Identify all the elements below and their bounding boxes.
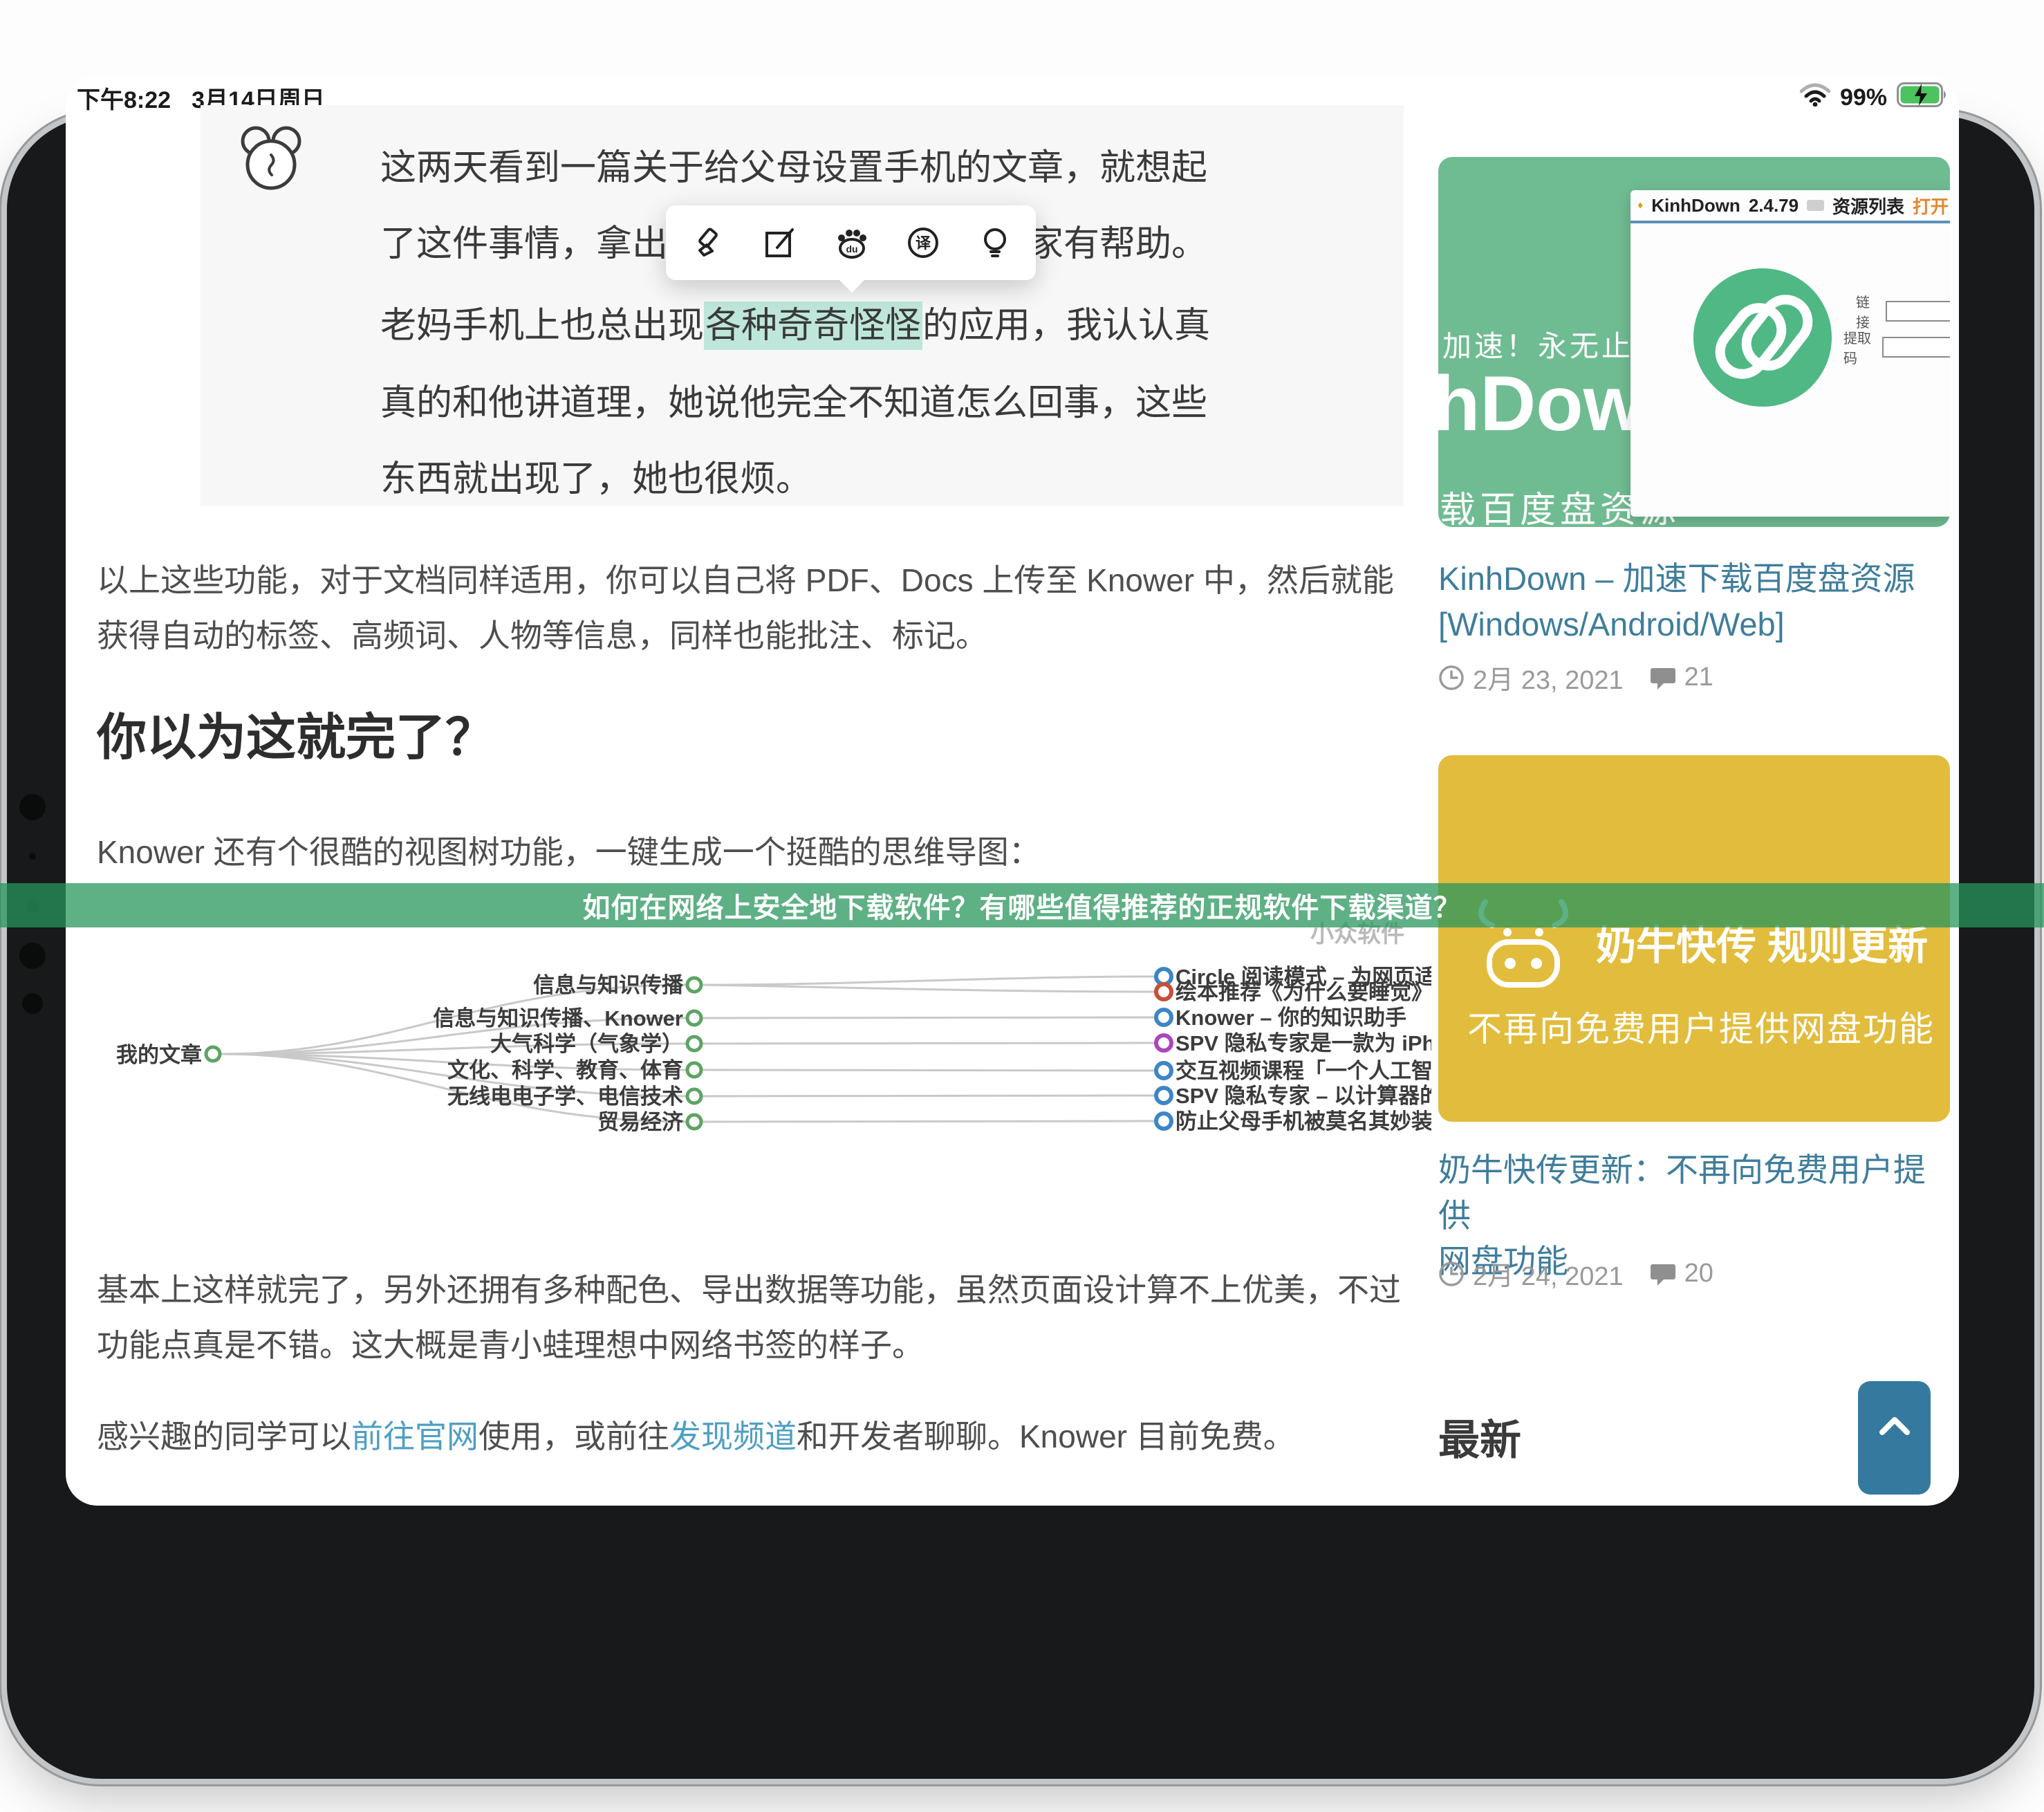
post-meta: 2月 24, 2021 20 <box>1438 1255 1713 1293</box>
mindmap-leaf: 防止父母手机被莫名其妙装上一堆 <box>1176 1109 1431 1134</box>
svg-text:du: du <box>846 243 857 255</box>
mindmap-leaf: 绘本推荐《为什么要睡觉》 (1) <box>1176 980 1431 1004</box>
blurred-text <box>1807 200 1824 211</box>
code-field-label: 提取码 <box>1843 327 1877 367</box>
article-paragraph: 感兴趣的同学可以前往官网使用，或前往发现频道和开发者聊聊。Knower 目前免费… <box>97 1409 1414 1464</box>
mindmap-category: 大气科学（气象学） <box>490 1032 683 1056</box>
post-date: 2月 24, 2021 <box>1473 1255 1624 1293</box>
article-paragraph: 基本上这样就完了，另外还拥有多种配色、导出数据等功能，虽然页面设计算不上优美，不… <box>97 1262 1414 1373</box>
post-card-kinhdown[interactable]: 加速！永无止境） hDown 载百度盘资源 KinhDown 2.4.79 资源… <box>1438 157 1950 527</box>
post-meta: 2月 23, 2021 21 <box>1438 658 1713 696</box>
link-input[interactable] <box>1886 301 1950 322</box>
discover-channel-link[interactable]: 发现频道 <box>669 1418 797 1454</box>
mindmap-leaf: 交互视频课程「一个人工智能的诞 <box>1176 1059 1431 1083</box>
resource-list-menu[interactable]: 资源列表 <box>1832 193 1904 219</box>
article-heading: 你以为这就完了？ <box>97 696 495 769</box>
mindmap-leaf-node[interactable] <box>1156 1113 1171 1129</box>
mindmap-node[interactable] <box>206 1047 220 1061</box>
lightbulb-icon[interactable] <box>978 226 1012 259</box>
code-input[interactable] <box>1882 337 1951 358</box>
quote-text-line: 老妈手机上也总出现各种奇奇怪怪的应用，我认认真 <box>380 296 1210 348</box>
mindmap-image: 小众软件 我的文章 信息与知识传播 信息 <box>97 887 1431 1219</box>
ipad-photo: 下午8:22 3月14日周日 99% <box>0 0 2044 1812</box>
mindmap-leaf-node[interactable] <box>1156 969 1171 984</box>
overlay-title-text: 如何在网络上安全地下载软件？有哪些值得推荐的正规软件下载渠道？ <box>583 885 1462 925</box>
translate-icon[interactable]: 译 <box>907 226 940 259</box>
article-paragraph: 以上这些功能，对于文档同样适用，你可以自己将 PDF、Docs 上传至 Know… <box>97 553 1414 663</box>
banner-subtitle: 不再向免费用户提供网盘功能 <box>1467 1001 1935 1051</box>
post-date: 2月 23, 2021 <box>1473 658 1624 696</box>
front-camera-dot <box>19 943 46 969</box>
mindmap-category-nodes[interactable] <box>687 978 701 1129</box>
edit-note-icon[interactable] <box>763 226 796 259</box>
svg-text:译: 译 <box>915 234 931 252</box>
front-camera-dot <box>22 993 43 1014</box>
app-version: 2.4.79 <box>1749 195 1799 216</box>
clock-icon <box>1438 665 1465 691</box>
comments-icon <box>1650 1261 1676 1286</box>
quote-text-line: 东西就出现了，她也很烦。 <box>380 450 812 501</box>
mindmap-leaf-node[interactable] <box>1156 984 1171 999</box>
post-comment-count: 20 <box>1684 1259 1713 1288</box>
ipad-screen: 下午8:22 3月14日周日 99% <box>66 75 1959 1506</box>
open-menu[interactable]: 打开 <box>1913 193 1949 219</box>
mindmap-leaf-node[interactable] <box>1156 1010 1171 1025</box>
clock-icon <box>1438 1261 1465 1287</box>
chevron-up-icon <box>1877 1414 1913 1436</box>
link-field-label: 链接 <box>1856 291 1880 331</box>
post-title-kinhdown[interactable]: KinhDown – 加速下载百度盘资源 [Windows/Android/We… <box>1438 556 1953 647</box>
wifi-icon <box>1800 83 1830 113</box>
battery-percent: 99% <box>1840 84 1887 111</box>
overlay-title-banner: 如何在网络上安全地下载软件？有哪些值得推荐的正规软件下载渠道？ <box>0 883 2044 927</box>
quote-text-line: 真的和他讲道理，她说他完全不知道怎么回事，这些 <box>380 373 1207 425</box>
mindmap-category: 信息与知识传播、Knower <box>433 1006 683 1030</box>
link-icon <box>1690 265 1835 410</box>
app-name: KinhDown <box>1651 195 1740 216</box>
battery-charging-icon <box>1897 82 1948 113</box>
quoted-screenshot: 这两天看到一篇关于给父母设置手机的文章，就想起 了这件事情，拿出来分享一下，希望… <box>201 105 1404 506</box>
mindmap-leaf-node[interactable] <box>1156 1035 1171 1051</box>
annotation-toolbar: du 译 <box>666 205 1036 280</box>
mindmap-category: 贸易经济 <box>597 1110 684 1134</box>
mindmap-category: 信息与知识传播 <box>533 973 684 997</box>
quote-text-line: 这两天看到一篇关于给父母设置手机的文章，就想起 <box>380 138 1207 190</box>
status-bar-right: 99% <box>1800 82 1948 113</box>
bear-avatar-icon <box>236 124 306 197</box>
mindmap-leaf: Knower – 你的知识助手 <box>1176 1006 1406 1030</box>
post-comment-count: 21 <box>1684 663 1713 692</box>
front-camera-dot <box>19 794 46 820</box>
official-site-link[interactable]: 前往官网 <box>351 1418 479 1454</box>
mindmap-category: 无线电电子学、电信技术 <box>447 1084 683 1109</box>
mindmap-leaf: SPV 隐私专家是一款为 iPhone、i <box>1176 1031 1431 1055</box>
kinhdown-app-window: KinhDown 2.4.79 资源列表 打开 链接 <box>1630 190 1950 517</box>
kinhdown-logo-icon <box>1637 196 1643 214</box>
latest-section-heading: 最新 <box>1438 1407 1521 1467</box>
mindmap-leaf: SPV 隐私专家 – 以计算器的名义， <box>1176 1084 1431 1108</box>
post-card-niuniu[interactable]: 奶牛快传 规则更新 不再向免费用户提供网盘功能 <box>1438 755 1950 1122</box>
highlighter-icon[interactable] <box>691 226 724 259</box>
mindmap-leaf-node[interactable] <box>1156 1088 1171 1103</box>
mindmap-category: 文化、科学、教育、体育 <box>447 1058 683 1082</box>
highlighted-text: 各种奇奇怪怪 <box>704 302 922 350</box>
baidu-paw-icon[interactable]: du <box>835 226 868 259</box>
mindmap-leaf-node[interactable] <box>1156 1063 1171 1078</box>
mindmap-root-label: 我的文章 <box>116 1043 202 1067</box>
status-time: 下午8:22 <box>77 81 171 115</box>
scroll-to-top-button[interactable] <box>1858 1381 1931 1495</box>
front-camera-dot <box>29 853 36 860</box>
article-paragraph: Knower 还有个很酷的视图树功能，一键生成一个挺酷的思维导图： <box>97 824 1414 880</box>
comments-icon <box>1650 665 1676 690</box>
